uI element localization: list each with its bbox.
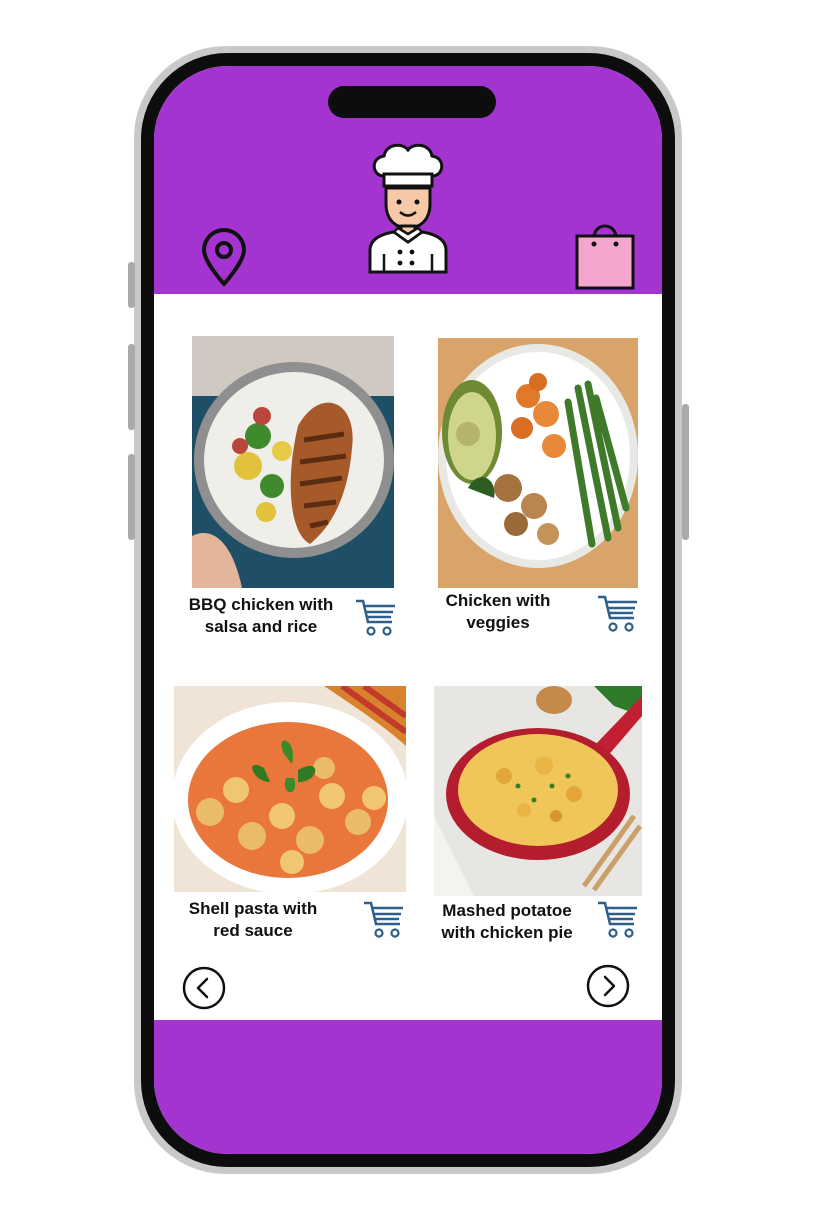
menu-item-title[interactable]: Chicken with veggies xyxy=(422,590,574,634)
volume-up-button xyxy=(128,344,135,430)
chevron-right-icon xyxy=(586,964,630,1008)
cart-icon[interactable] xyxy=(362,898,406,940)
cart-icon[interactable] xyxy=(596,898,640,940)
power-button xyxy=(682,404,689,540)
food-photo-bbq-chicken[interactable] xyxy=(192,336,394,588)
volume-down-button xyxy=(128,454,135,540)
food-photo-mashed-potato-pie[interactable] xyxy=(434,686,642,896)
mute-switch xyxy=(128,262,135,308)
previous-page-button[interactable] xyxy=(182,966,226,1010)
chevron-left-icon xyxy=(182,966,226,1010)
app-header xyxy=(154,66,662,294)
menu-item-title[interactable]: Shell pasta with red sauce xyxy=(172,898,334,942)
cart-icon[interactable] xyxy=(354,596,398,638)
shopping-bag-icon[interactable] xyxy=(574,218,636,290)
camera-notch xyxy=(328,86,496,118)
food-photo-shell-pasta[interactable] xyxy=(174,686,406,892)
food-photo-chicken-veggies[interactable] xyxy=(438,338,638,588)
menu-item-title[interactable]: BBQ chicken with salsa and rice xyxy=(174,594,348,638)
menu-item-title[interactable]: Mashed potatoe with chicken pie xyxy=(434,900,580,944)
next-page-button[interactable] xyxy=(586,964,630,1008)
cart-icon[interactable] xyxy=(596,592,640,634)
map-pin-icon[interactable] xyxy=(198,228,250,288)
app-screen: BBQ chicken with salsa and rice Chicken … xyxy=(154,66,662,1154)
app-footer xyxy=(154,1020,662,1154)
chef-avatar-icon xyxy=(366,142,450,274)
